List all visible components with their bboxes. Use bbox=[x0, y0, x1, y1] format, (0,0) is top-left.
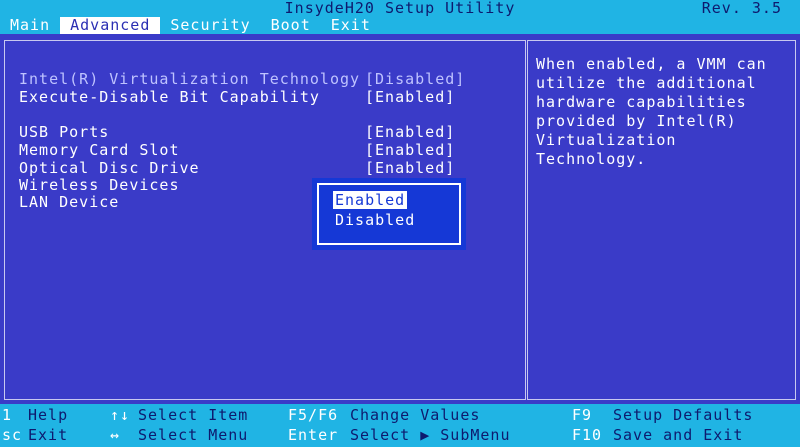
help-text: When enabled, a VMM can utilize the addi… bbox=[536, 55, 767, 168]
desc-select-item: Select Item bbox=[138, 406, 249, 424]
top-bar: InsydeH20 Setup Utility Rev. 3.5 Main Ad… bbox=[0, 0, 800, 34]
tab-boot[interactable]: Boot bbox=[261, 17, 321, 34]
tab-advanced[interactable]: Advanced bbox=[60, 17, 161, 34]
option-enabled[interactable]: Enabled bbox=[333, 191, 408, 209]
setting-execute-disable-value[interactable]: [Enabled] bbox=[365, 89, 455, 106]
desc-change-values: Change Values bbox=[350, 406, 481, 424]
key-setup-defaults: F9 bbox=[572, 406, 593, 424]
desc-setup-defaults: Setup Defaults bbox=[613, 406, 754, 424]
setting-virtualization-label[interactable]: Intel(R) Virtualization Technology bbox=[19, 71, 360, 88]
menu-tabs: Main Advanced Security Boot Exit bbox=[0, 17, 381, 34]
help-panel: When enabled, a VMM can utilize the addi… bbox=[527, 40, 796, 400]
desc-select-menu: Select Menu bbox=[138, 426, 249, 444]
desc-help: Help bbox=[28, 406, 69, 424]
key-select-menu: ↔ bbox=[110, 426, 121, 444]
bottom-bar: 1 Help sc Exit ↑↓ Select Item ↔ Select M… bbox=[0, 404, 800, 447]
value-popup: Enabled Disabled bbox=[312, 178, 466, 250]
key-exit: sc bbox=[2, 426, 23, 444]
tab-security[interactable]: Security bbox=[160, 17, 260, 34]
key-save-exit: F10 bbox=[572, 426, 603, 444]
tab-exit[interactable]: Exit bbox=[321, 17, 381, 34]
tab-main[interactable]: Main bbox=[0, 17, 60, 34]
setting-wireless-label[interactable]: Wireless Devices bbox=[19, 177, 180, 194]
option-disabled[interactable]: Disabled bbox=[333, 211, 417, 229]
setting-lan-label[interactable]: LAN Device bbox=[19, 194, 119, 211]
setting-optical-drive-label[interactable]: Optical Disc Drive bbox=[19, 160, 200, 177]
setting-memory-card-label[interactable]: Memory Card Slot bbox=[19, 142, 180, 159]
key-enter: Enter bbox=[288, 426, 339, 444]
key-select-item: ↑↓ bbox=[110, 406, 131, 424]
key-change-values: F5/F6 bbox=[288, 406, 339, 424]
setting-usb-ports-value[interactable]: [Enabled] bbox=[365, 124, 455, 141]
setting-usb-ports-label[interactable]: USB Ports bbox=[19, 124, 109, 141]
setting-optical-drive-value[interactable]: [Enabled] bbox=[365, 160, 455, 177]
setting-memory-card-value[interactable]: [Enabled] bbox=[365, 142, 455, 159]
desc-exit: Exit bbox=[28, 426, 69, 444]
key-help: 1 bbox=[2, 406, 13, 424]
setting-virtualization-value[interactable]: [Disabled] bbox=[365, 71, 465, 88]
popup-frame: Enabled Disabled bbox=[317, 183, 461, 245]
bios-title: InsydeH20 Setup Utility bbox=[284, 0, 516, 17]
desc-enter: Select ▶ SubMenu bbox=[350, 426, 511, 444]
setting-execute-disable-label[interactable]: Execute-Disable Bit Capability bbox=[19, 89, 320, 106]
desc-save-exit: Save and Exit bbox=[613, 426, 744, 444]
bios-revision: Rev. 3.5 bbox=[701, 0, 782, 17]
